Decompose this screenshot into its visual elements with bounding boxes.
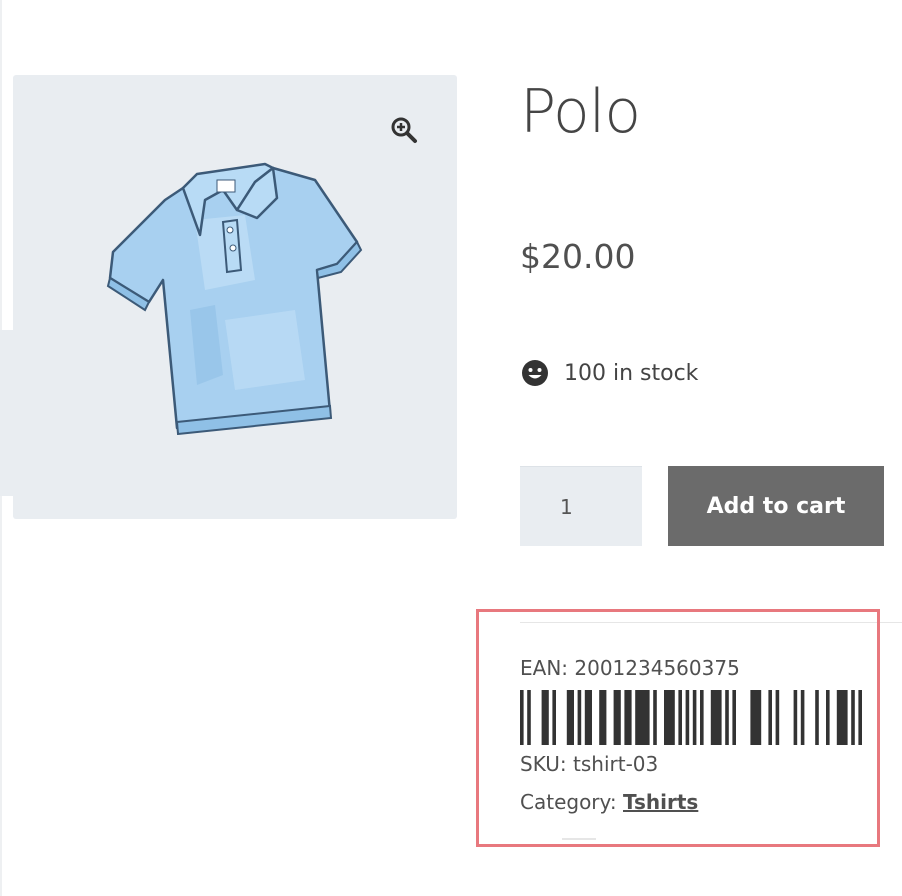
barcode-bar (520, 690, 524, 745)
smiley-icon (522, 360, 548, 386)
barcode-bar (732, 690, 736, 745)
category-link[interactable]: Tshirts (623, 790, 698, 814)
barcode-bar (527, 690, 531, 745)
stock-status: 100 in stock (520, 358, 698, 388)
product-price: $20.00 (520, 237, 636, 276)
barcode-bar (599, 690, 607, 745)
barcode-bar (664, 690, 675, 745)
barcode-bar (768, 690, 772, 745)
barcode-bar (775, 690, 780, 745)
polo-shirt-image[interactable] (105, 160, 365, 435)
barcode-bar (635, 690, 650, 745)
category-line: Category: Tshirts (520, 790, 698, 814)
barcode-bar (685, 690, 690, 745)
barcode-bar (700, 690, 704, 745)
barcode-bar (793, 690, 798, 745)
barcode-bar (584, 690, 592, 745)
barcode-bar (826, 690, 830, 745)
product-title: Polo (520, 77, 641, 147)
barcode-bar (800, 690, 805, 745)
barcode-bar (710, 690, 722, 745)
sku-label: SKU: (520, 752, 574, 776)
barcode-bar (725, 690, 729, 745)
stock-text: 100 in stock (564, 360, 699, 386)
barcode-bar (541, 690, 549, 745)
ean-line: EAN: 2001234560375 (520, 656, 740, 680)
barcode-bar (624, 690, 632, 745)
ean-barcode (520, 690, 862, 745)
barcode-bar (566, 690, 574, 745)
ean-label: EAN: (520, 656, 575, 680)
barcode-bar (750, 690, 762, 745)
ean-value: 2001234560375 (574, 656, 740, 680)
barcode-bar (851, 690, 855, 745)
barcode-bar (815, 690, 819, 745)
barcode-bar (692, 690, 697, 745)
category-label: Category: (520, 790, 623, 814)
barcode-bar (577, 690, 582, 745)
barcode-bar (678, 690, 682, 745)
sku-value: tshirt-03 (573, 752, 659, 776)
add-to-cart-button[interactable]: Add to cart (668, 466, 884, 546)
barcode-bar (613, 690, 621, 745)
barcode-bar (858, 690, 862, 745)
bottom-divider (562, 838, 596, 840)
barcode-bar (552, 690, 556, 745)
quantity-input[interactable] (520, 466, 642, 546)
zoom-icon[interactable] (390, 116, 418, 144)
barcode-bar (653, 690, 657, 745)
sku-line: SKU: tshirt-03 (520, 752, 658, 776)
barcode-bar (836, 690, 848, 745)
